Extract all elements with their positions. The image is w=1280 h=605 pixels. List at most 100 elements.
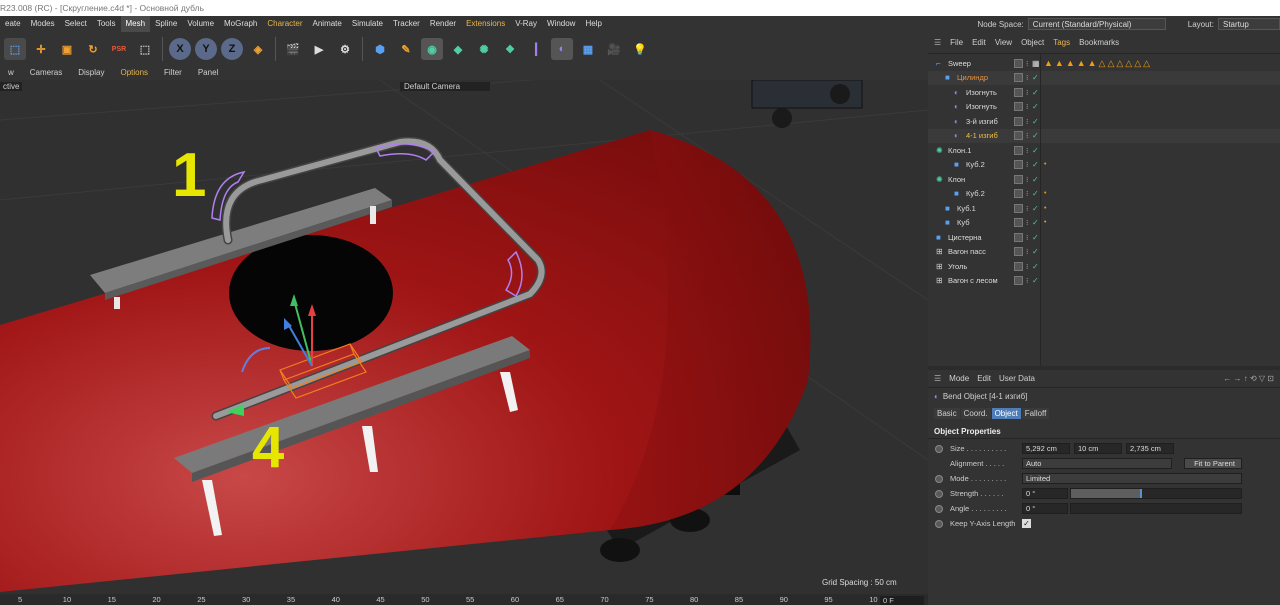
menu-v-ray[interactable]: V-Ray (510, 16, 542, 32)
visibility-dots[interactable]: ⁝ (1026, 189, 1028, 198)
menu-mograph[interactable]: MoGraph (219, 16, 262, 32)
object-name[interactable]: Клон (948, 175, 965, 184)
enabled-check-icon[interactable]: ✓ (1032, 160, 1039, 169)
visibility-dots[interactable]: ⁝ (1026, 88, 1028, 97)
material-tag-icon[interactable]: ▦ (1032, 59, 1040, 68)
menu-tools[interactable]: Tools (92, 16, 121, 32)
object-name[interactable]: Цистерна (948, 233, 982, 242)
visibility-dots[interactable]: ⁝ (1026, 131, 1028, 140)
enabled-check-icon[interactable]: ✓ (1032, 218, 1039, 227)
z-axis-lock-icon[interactable]: Z (221, 38, 243, 60)
enabled-check-icon[interactable]: ✓ (1032, 117, 1039, 126)
tags-icon[interactable]: • (1044, 205, 1046, 212)
object-name[interactable]: Цилиндр (957, 73, 988, 82)
layer-checkbox[interactable] (1014, 116, 1023, 126)
visibility-dots[interactable]: ⁝ (1026, 146, 1028, 155)
hamburger-icon[interactable]: ☰ (934, 38, 941, 47)
viewport-menu-options[interactable]: Options (112, 66, 156, 80)
hamburger-icon[interactable]: ☰ (934, 374, 941, 383)
deformer-icon[interactable]: ┃ (525, 38, 547, 60)
size-x-field[interactable]: 5,292 cm (1022, 443, 1070, 454)
viewport-menu-w[interactable]: w (0, 66, 22, 80)
tab-falloff[interactable]: Falloff (1021, 408, 1050, 419)
layer-checkbox[interactable] (1014, 174, 1023, 184)
menu-tracker[interactable]: Tracker (388, 16, 425, 32)
object-row[interactable]: ✺ Клон.1 ⁝ ✓ (928, 143, 1280, 158)
render-view-icon[interactable]: 🎬 (282, 38, 304, 60)
scale-icon[interactable]: ▣ (56, 38, 78, 60)
attr-nav-icons[interactable]: ← → ↑ ⟲ ▽ ⊡ (1223, 374, 1274, 383)
enabled-check-icon[interactable]: ✓ (1032, 276, 1039, 285)
subdivision-icon[interactable]: ◉ (421, 38, 443, 60)
viewport-menu-display[interactable]: Display (70, 66, 112, 80)
visibility-dots[interactable]: ⁝ (1026, 204, 1028, 213)
object-menu-object[interactable]: Object (1021, 38, 1044, 47)
angle-slider[interactable] (1070, 503, 1242, 514)
tab-basic[interactable]: Basic (934, 408, 960, 419)
move-icon[interactable]: ✛ (30, 38, 52, 60)
object-row[interactable]: ■ Куб.2 ⁝ ✓ • (928, 158, 1280, 173)
keep-y-checkbox[interactable]: ✓ (1022, 519, 1031, 528)
object-name[interactable]: Куб.2 (966, 160, 985, 169)
alignment-dropdown[interactable]: Auto (1022, 458, 1172, 469)
layer-checkbox[interactable] (1014, 189, 1023, 199)
size-y-field[interactable]: 10 cm (1074, 443, 1122, 454)
object-menu-file[interactable]: File (950, 38, 963, 47)
menu-eate[interactable]: eate (0, 16, 26, 32)
attr-menu-mode[interactable]: Mode (949, 374, 969, 383)
enabled-check-icon[interactable]: ✓ (1032, 73, 1039, 82)
size-z-field[interactable]: 2,735 cm (1126, 443, 1174, 454)
visibility-dots[interactable]: ⁝ (1026, 247, 1028, 256)
layer-checkbox[interactable] (1014, 218, 1023, 228)
pen-icon[interactable]: ✎ (395, 38, 417, 60)
menu-character[interactable]: Character (262, 16, 307, 32)
rotate-icon[interactable]: ↻ (82, 38, 104, 60)
object-row[interactable]: ◐ Изогнуть ⁝ ✓ (928, 85, 1280, 100)
strength-field[interactable]: 0 ° (1022, 488, 1068, 499)
angle-field[interactable]: 0 ° (1022, 503, 1068, 514)
mograph-icon[interactable]: ❖ (499, 38, 521, 60)
x-axis-lock-icon[interactable]: X (169, 38, 191, 60)
layer-checkbox[interactable] (1014, 131, 1023, 141)
object-name[interactable]: Куб.1 (957, 204, 976, 213)
object-row[interactable]: ⌐ Sweep ⁝ ▦ ▲▲▲▲▲△△△△△△ (928, 56, 1280, 71)
object-row[interactable]: ⊞ Вагон с лесом ⁝ ✓ (928, 274, 1280, 289)
enabled-check-icon[interactable]: ✓ (1032, 102, 1039, 111)
object-menu-view[interactable]: View (995, 38, 1012, 47)
bend-icon[interactable]: ◐ (551, 38, 573, 60)
layer-checkbox[interactable] (1014, 145, 1023, 155)
current-frame-field[interactable]: 0 F (880, 596, 924, 605)
viewport-menu-filter[interactable]: Filter (156, 66, 190, 80)
layer-checkbox[interactable] (1014, 58, 1023, 68)
object-name[interactable]: Sweep (948, 59, 971, 68)
layer-checkbox[interactable] (1014, 102, 1023, 112)
tab-coord[interactable]: Coord. (960, 408, 991, 419)
enabled-check-icon[interactable]: ✓ (1032, 233, 1039, 242)
tags-icon[interactable]: • (1044, 190, 1046, 197)
extrude-icon[interactable]: ◆ (447, 38, 469, 60)
menu-select[interactable]: Select (60, 16, 92, 32)
menu-render[interactable]: Render (425, 16, 461, 32)
menu-modes[interactable]: Modes (26, 16, 60, 32)
tags-icon[interactable]: • (1044, 161, 1046, 168)
visibility-dots[interactable]: ⁝ (1026, 175, 1028, 184)
enabled-check-icon[interactable]: ✓ (1032, 247, 1039, 256)
layer-checkbox[interactable] (1014, 261, 1023, 271)
enabled-check-icon[interactable]: ✓ (1032, 175, 1039, 184)
3d-viewport[interactable]: ctive Default Camera ✥ ⇕ ⟳ ⧉ 1 4 Grid Sp… (0, 80, 928, 594)
menu-simulate[interactable]: Simulate (347, 16, 388, 32)
visibility-dots[interactable]: ⁝ (1026, 160, 1028, 169)
visibility-dots[interactable]: ⁝ (1026, 117, 1028, 126)
menu-animate[interactable]: Animate (308, 16, 347, 32)
menu-help[interactable]: Help (580, 16, 606, 32)
layer-checkbox[interactable] (1014, 276, 1023, 286)
object-name[interactable]: Куб.2 (966, 189, 985, 198)
tags-icon[interactable]: • (1044, 219, 1046, 226)
layer-checkbox[interactable] (1014, 73, 1023, 83)
layer-checkbox[interactable] (1014, 87, 1023, 97)
object-menu-tags[interactable]: Tags (1053, 38, 1070, 47)
tab-object[interactable]: Object (991, 408, 1021, 419)
y-axis-lock-icon[interactable]: Y (195, 38, 217, 60)
node-space-dropdown[interactable]: Current (Standard/Physical) (1027, 18, 1166, 30)
visibility-dots[interactable]: ⁝ (1026, 233, 1028, 242)
